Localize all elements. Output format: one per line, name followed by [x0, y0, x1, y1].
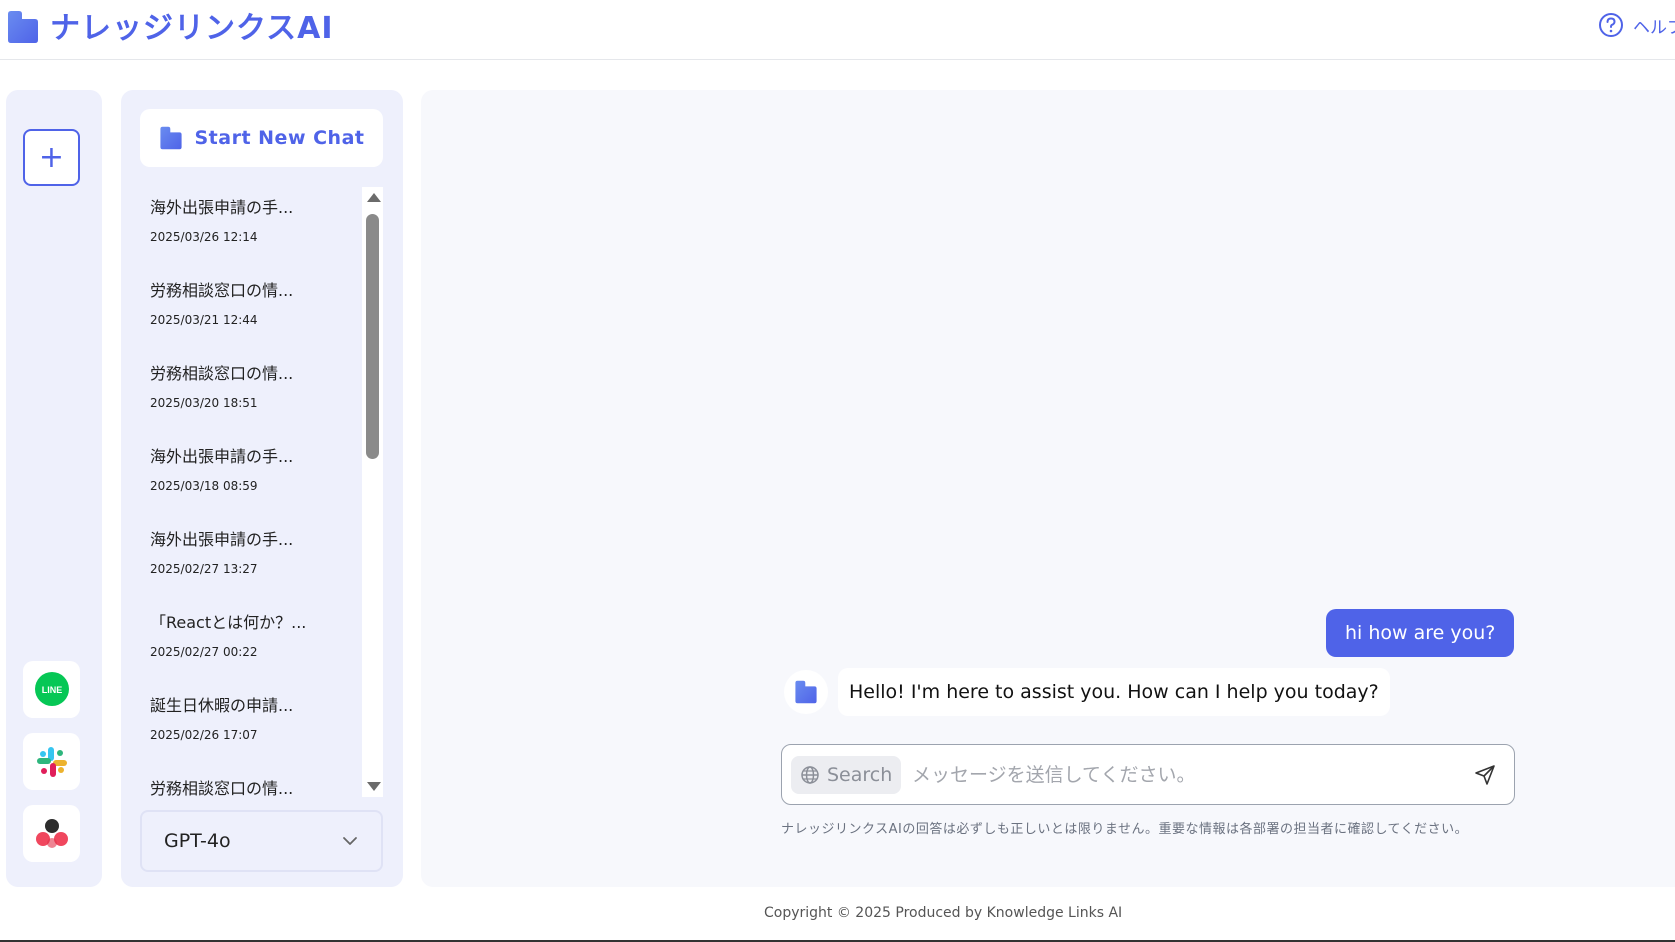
- chat-history-item[interactable]: 海外出張申請の手... 2025/03/18 08:59: [140, 436, 362, 519]
- chat-date: 2025/03/21 12:44: [150, 313, 258, 327]
- scroll-down-arrow-icon[interactable]: [367, 782, 381, 791]
- scrollbar-thumb[interactable]: [366, 214, 379, 459]
- start-new-chat-button[interactable]: Start New Chat: [140, 109, 383, 167]
- search-toggle-label: Search: [827, 764, 893, 786]
- message-input[interactable]: [912, 757, 1452, 793]
- new-chat-button[interactable]: +: [23, 129, 80, 186]
- chat-title: 「Reactとは何か？...: [150, 613, 307, 632]
- ai-disclaimer: ナレッジリンクスAIの回答は必ずしも正しいとは限りません。重要な情報は各部署の担…: [781, 822, 1469, 837]
- chat-title: 労務相談窓口の情...: [150, 364, 294, 383]
- folder-logo-icon[interactable]: [6, 10, 40, 44]
- chat-history-item[interactable]: 労務相談窓口の情... 2025/03/20 18:51: [140, 353, 362, 436]
- question-circle-icon: [1599, 13, 1623, 37]
- slack-app-button[interactable]: [23, 733, 80, 790]
- chat-title: 海外出張申請の手...: [150, 530, 294, 549]
- icon-rail: + LINE: [6, 90, 102, 887]
- scroll-up-arrow-icon[interactable]: [367, 193, 381, 202]
- chat-date: 2025/03/26 12:14: [150, 230, 258, 244]
- send-icon: [1475, 765, 1495, 785]
- folder-logo-icon: [795, 680, 817, 704]
- asana-app-button[interactable]: [23, 805, 80, 862]
- web-search-toggle[interactable]: Search: [791, 756, 902, 794]
- asana-logo-icon: [35, 818, 68, 848]
- slack-logo-icon: [36, 746, 67, 777]
- line-app-button[interactable]: LINE: [23, 661, 80, 718]
- chat-main-area: hi how are you? Hello! I'm here to assis…: [421, 90, 1675, 887]
- chat-date: 2025/02/26 17:07: [150, 728, 258, 742]
- chat-history-item[interactable]: 海外出張申請の手... 2025/02/27 13:27: [140, 519, 362, 602]
- user-message-bubble: hi how are you?: [1326, 609, 1515, 657]
- chat-title: 労務相談窓口の情...: [150, 281, 294, 300]
- start-new-chat-label: Start New Chat: [194, 127, 365, 149]
- chat-date: 2025/03/20 18:51: [150, 396, 258, 410]
- chat-history-item[interactable]: 「Reactとは何か？... 2025/02/27 00:22: [140, 602, 362, 685]
- chat-history-list[interactable]: 海外出張申請の手... 2025/03/26 12:14 労務相談窓口の情...…: [140, 187, 383, 797]
- chat-history-item[interactable]: 労務相談窓口の情... 2025/03/21 12:44: [140, 270, 362, 353]
- message-composer: Search: [781, 744, 1515, 805]
- chat-date: 2025/02/27 00:22: [150, 645, 258, 659]
- chat-history-panel: Start New Chat 海外出張申請の手... 2025/03/26 12…: [121, 90, 403, 887]
- chat-date: 2025/02/27 13:27: [150, 562, 258, 576]
- help-link[interactable]: ヘルプ: [1598, 12, 1675, 38]
- chat-title: 海外出張申請の手...: [150, 198, 294, 217]
- chat-date: 2025/03/18 08:59: [150, 479, 258, 493]
- line-logo-icon: LINE: [34, 671, 69, 706]
- copyright-text: Copyright © 2025 Produced by Knowledge L…: [764, 905, 1123, 921]
- globe-icon: [801, 766, 819, 784]
- chat-history-item[interactable]: 誕生日休暇の申請... 2025/02/26 17:07: [140, 685, 362, 768]
- folder-logo-icon: [159, 126, 182, 150]
- send-button[interactable]: [1470, 760, 1500, 790]
- bot-message-bubble: Hello! I'm here to assist you. How can I…: [838, 668, 1390, 716]
- chevron-down-icon: [343, 837, 357, 845]
- svg-text:LINE: LINE: [41, 685, 62, 695]
- bot-avatar: [784, 670, 828, 714]
- brand-title[interactable]: ナレッジリンクスAI: [50, 8, 333, 50]
- model-selected-value: GPT-4o: [164, 830, 231, 852]
- chat-title: 労務相談窓口の情...: [150, 779, 294, 797]
- chat-history-item[interactable]: 海外出張申請の手... 2025/03/26 12:14: [140, 187, 362, 270]
- chat-history-item[interactable]: 労務相談窓口の情...: [140, 768, 362, 797]
- history-scrollbar[interactable]: [362, 187, 383, 797]
- model-select[interactable]: GPT-4o: [140, 810, 383, 872]
- help-label: ヘルプ: [1633, 17, 1675, 38]
- chat-title: 海外出張申請の手...: [150, 447, 294, 466]
- chat-title: 誕生日休暇の申請...: [150, 696, 294, 715]
- app-header: ナレッジリンクスAI ヘルプ: [0, 0, 1675, 60]
- plus-icon: +: [38, 139, 65, 175]
